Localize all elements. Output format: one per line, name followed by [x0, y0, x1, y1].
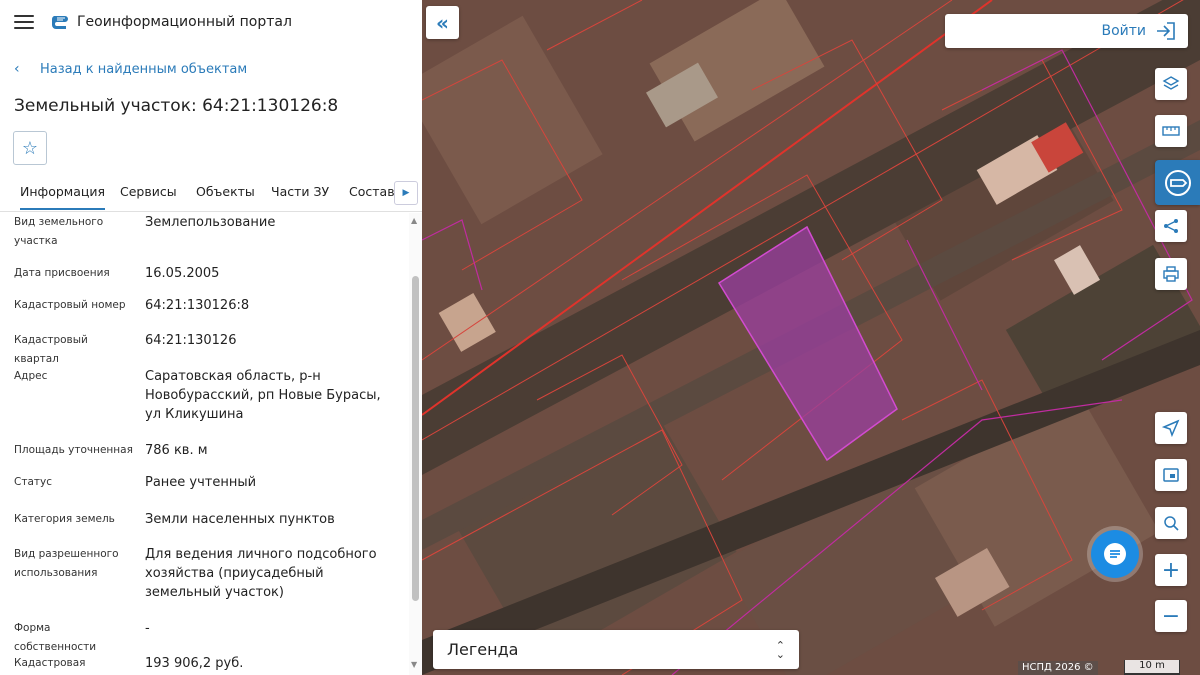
- property-value: Для ведения личного подсобного хозяйства…: [145, 547, 377, 600]
- navigation-arrow-icon: [1162, 419, 1180, 437]
- property-label: Адрес: [14, 370, 48, 382]
- property-value: 64:21:130126: [145, 333, 237, 348]
- property-label: Площадь уточненная: [14, 444, 133, 456]
- property-label: Кадастровый номер: [14, 299, 126, 311]
- map-attribution: НСПД 2026 ©: [1018, 661, 1098, 675]
- layers-icon: [1162, 76, 1180, 90]
- collapse-panel-button[interactable]: «: [426, 6, 459, 39]
- scrollbar-thumb[interactable]: [412, 276, 419, 601]
- property-value: 16.05.2005: [145, 266, 220, 281]
- tab-services[interactable]: Сервисы: [120, 184, 177, 199]
- measure-button[interactable]: [1155, 115, 1187, 147]
- scroll-down-icon[interactable]: ▼: [411, 660, 417, 669]
- portal-logo-icon[interactable]: [50, 13, 70, 33]
- property-value: 786 кв. м: [145, 443, 208, 458]
- layers-button[interactable]: [1155, 68, 1187, 100]
- satellite-map[interactable]: [422, 0, 1200, 675]
- print-button[interactable]: [1155, 258, 1187, 290]
- plus-icon: +: [1161, 557, 1181, 583]
- property-value: Землепользование: [145, 215, 276, 230]
- back-link-label: Назад к найденным объектам: [40, 61, 248, 77]
- search-place-button[interactable]: [1155, 507, 1187, 539]
- caret-right-icon: ▶: [402, 188, 410, 198]
- tab-info[interactable]: Информация: [20, 184, 106, 210]
- location-search-icon: [1164, 516, 1179, 531]
- chevron-left-icon: ‹: [14, 61, 20, 77]
- property-label: Вид земельного участка: [14, 216, 104, 247]
- tabs-next-button[interactable]: ▶: [394, 181, 418, 205]
- property-value: 64:21:130126:8: [145, 298, 250, 313]
- scale-bar: 10 m: [1124, 660, 1180, 675]
- property-label: Категория земель: [14, 513, 115, 525]
- app-title: Геоинформационный портал: [77, 14, 292, 30]
- property-value: Саратовская область, р-н Новобурасский, …: [145, 369, 381, 422]
- panel-scrollbar[interactable]: ▲ ▼: [409, 213, 422, 675]
- property-label: Дата присвоения: [14, 267, 110, 279]
- property-label: Вид разрешенного использования: [14, 548, 119, 579]
- share-button[interactable]: [1155, 210, 1187, 242]
- star-icon: ☆: [21, 137, 39, 159]
- basemap-icon: [1163, 468, 1179, 482]
- back-to-results-link[interactable]: ‹ Назад к найденным объектам: [14, 61, 247, 77]
- minus-icon: −: [1161, 603, 1181, 629]
- login-button[interactable]: Войти: [945, 14, 1188, 48]
- tab-parcel-parts[interactable]: Части ЗУ: [271, 184, 329, 199]
- map-view[interactable]: « Войти + − Легенда ⌃ ⌄ НСПД 2026 © 10 m: [422, 0, 1200, 675]
- sort-arrows-icon: ⌃ ⌄: [775, 638, 785, 661]
- properties-list: Вид земельного участка Землепользование …: [0, 213, 408, 675]
- login-icon: [1157, 22, 1175, 40]
- nspd-services-button[interactable]: [1155, 160, 1200, 205]
- property-value: Земли населенных пунктов: [145, 512, 335, 527]
- double-chevron-left-icon: «: [436, 10, 449, 35]
- property-value: 193 906,2 руб.: [145, 656, 244, 671]
- share-icon: [1164, 219, 1178, 233]
- property-label: Кадастровая: [14, 657, 86, 669]
- property-value: -: [145, 621, 150, 636]
- legend-selector[interactable]: Легенда ⌃ ⌄: [433, 630, 799, 669]
- chat-icon: [1104, 543, 1126, 565]
- zoom-in-button[interactable]: +: [1155, 554, 1187, 586]
- nspd-logo-icon: [1164, 169, 1191, 196]
- legend-label: Легенда: [447, 640, 519, 659]
- property-label: Кадастровый квартал: [14, 334, 88, 365]
- property-label: Форма собственности: [14, 622, 97, 653]
- basemap-button[interactable]: [1155, 459, 1187, 491]
- print-icon: [1163, 266, 1179, 282]
- favorite-button[interactable]: ☆: [13, 131, 47, 165]
- tab-composition[interactable]: Состав: [349, 184, 395, 199]
- hamburger-menu-icon[interactable]: [14, 15, 34, 31]
- property-value: Ранее учтенный: [145, 475, 257, 490]
- tab-bar: Информация Сервисы Объекты Части ЗУ Сост…: [0, 176, 422, 212]
- property-label: Статус: [14, 476, 52, 488]
- ruler-icon: [1162, 126, 1180, 136]
- geolocation-button[interactable]: [1155, 412, 1187, 444]
- info-panel: Геоинформационный портал ‹ Назад к найде…: [0, 0, 422, 675]
- tab-objects[interactable]: Объекты: [196, 184, 255, 199]
- scroll-up-icon[interactable]: ▲: [411, 216, 417, 225]
- chat-button[interactable]: [1091, 530, 1139, 578]
- object-title: Земельный участок: 64:21:130126:8: [14, 96, 339, 116]
- login-label: Войти: [1101, 23, 1146, 39]
- zoom-out-button[interactable]: −: [1155, 600, 1187, 632]
